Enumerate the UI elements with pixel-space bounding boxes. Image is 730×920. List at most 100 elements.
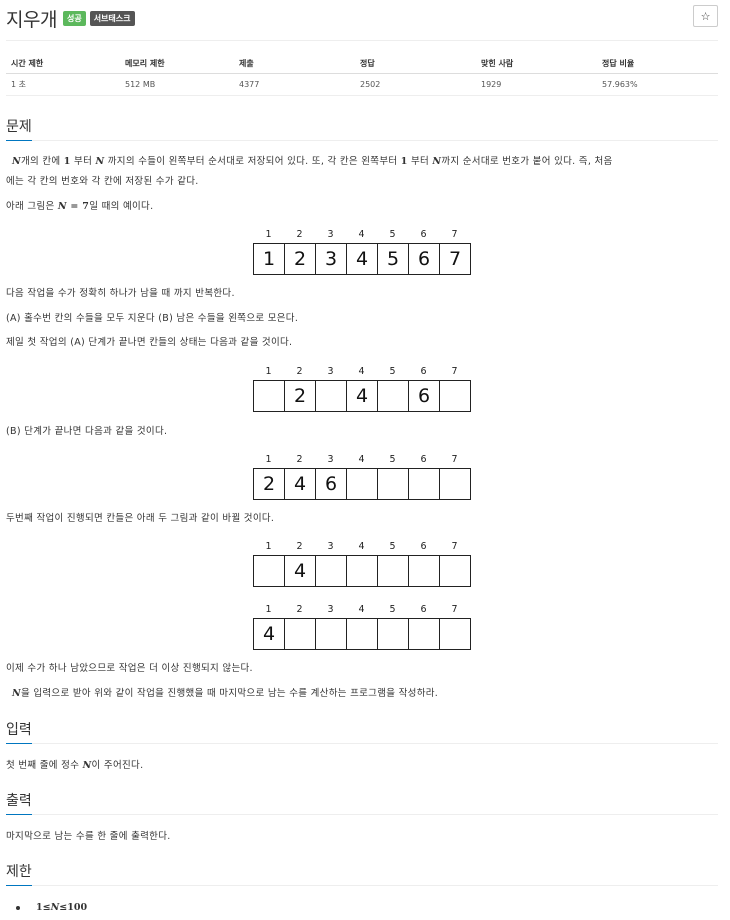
cell-index: 1 xyxy=(265,541,272,552)
limit-item: 1 ≤ N ≤ 100 xyxy=(16,902,87,913)
cell xyxy=(347,619,378,649)
cell: 5 xyxy=(378,244,409,274)
problem-heading: 문제 xyxy=(6,116,32,141)
bullet-icon xyxy=(16,905,20,910)
problem-section-header: 문제 xyxy=(6,116,718,141)
cell xyxy=(316,381,347,411)
cell-index-row: 1 2 3 4 5 6 7 xyxy=(253,366,471,380)
input-description: 첫 번째 줄에 정수 N이 주어진다. xyxy=(6,756,718,776)
figure-5: 1 2 3 4 5 6 7 4 xyxy=(253,604,471,650)
header-memory-limit: 메모리 제한 xyxy=(120,54,234,74)
problem-paragraph-4: (A) 홀수번 칸의 수들을 모두 지운다 (B) 남은 수들을 왼쪽으로 모은… xyxy=(6,313,299,324)
cell-row: 246 xyxy=(253,380,471,412)
problem-paragraph-2: 아래 그림은 N = 7일 때의 예이다. xyxy=(6,197,718,217)
cell: 2 xyxy=(285,381,316,411)
cell xyxy=(440,381,470,411)
output-heading: 출력 xyxy=(6,790,32,815)
time-limit-value: 1 초 xyxy=(6,73,120,96)
cell-index-row: 1 2 3 4 5 6 7 xyxy=(253,541,471,555)
cell-row: 246 xyxy=(253,468,471,500)
cell xyxy=(440,469,470,499)
cell-index: 3 xyxy=(327,229,334,240)
cell: 4 xyxy=(285,469,316,499)
var-n: N xyxy=(12,156,21,167)
cell xyxy=(316,556,347,586)
figure-3: 1234567 246 xyxy=(253,454,471,500)
problem-paragraph-8: 이제 수가 하나 남았으므로 작업은 더 이상 진행되지 않는다. xyxy=(6,663,253,674)
text-run: 아래 그림은 xyxy=(6,201,58,212)
text-run: 부터 xyxy=(407,156,433,167)
math-rel: ≤ xyxy=(42,902,51,913)
cell: 2 xyxy=(254,469,285,499)
output-section-header: 출력 xyxy=(6,790,718,815)
text-run: 까지 순서대로 번호가 붙어 있다. 즉, 처음 xyxy=(441,156,613,167)
cell: 6 xyxy=(316,469,347,499)
problem-info-table: 시간 제한 메모리 제한 제출 정답 맞힌 사람 정답 비율 1 초 512 M… xyxy=(6,54,718,96)
cell-index: 7 xyxy=(451,229,458,240)
cell-index: 1 xyxy=(265,604,272,615)
cell xyxy=(285,619,316,649)
cell-index: 3 xyxy=(327,541,334,552)
accepted-value[interactable]: 2502 xyxy=(355,73,476,96)
math-eq: = 7 xyxy=(66,201,90,212)
var-n: N xyxy=(432,156,442,167)
cell-index: 1 xyxy=(265,229,272,240)
limit-heading: 제한 xyxy=(6,861,32,886)
cell-index: 3 xyxy=(327,454,334,465)
problem-paragraph-9: N을 입력으로 받아 위와 같이 작업을 진행했을 때 마지막으로 남는 수를 … xyxy=(6,684,718,704)
star-button[interactable]: ☆ xyxy=(693,5,718,27)
cell-index: 2 xyxy=(296,541,303,552)
cell-index: 7 xyxy=(451,454,458,465)
solvers-value[interactable]: 1929 xyxy=(476,73,597,96)
cell-index: 4 xyxy=(358,541,365,552)
cell-row: 1234567 xyxy=(253,243,471,275)
problem-paragraph-7: 두번째 작업이 진행되면 칸들은 아래 두 그림과 같이 바뀔 것이다. xyxy=(6,513,275,524)
cell: 2 xyxy=(285,244,316,274)
ratio-value: 57.963% xyxy=(597,73,718,96)
var-n: N xyxy=(57,201,67,212)
cell: 7 xyxy=(448,248,462,270)
cell: 1 xyxy=(254,244,285,274)
success-badge[interactable]: 성공 xyxy=(62,10,86,26)
cell-index: 5 xyxy=(389,604,396,615)
text-run: 까지의 수들이 왼쪽부터 순서대로 저장되어 있다. 또, 각 칸은 왼쪽부터 xyxy=(104,156,401,167)
text-run: 개의 칸에 xyxy=(20,156,64,167)
cell: 6 xyxy=(409,244,440,274)
cell xyxy=(378,619,409,649)
cell xyxy=(378,381,409,411)
section-rule xyxy=(6,814,718,815)
cell-index: 7 xyxy=(451,604,458,615)
cell-index: 1 xyxy=(265,454,272,465)
var-n: N xyxy=(50,902,60,913)
cell xyxy=(409,619,440,649)
math-one: 1 xyxy=(400,156,408,167)
cell-index: 5 xyxy=(389,229,396,240)
subtask-badge[interactable]: 서브태스크 xyxy=(89,10,135,26)
cell xyxy=(440,556,470,586)
input-heading: 입력 xyxy=(6,719,32,744)
cell xyxy=(440,619,470,649)
cell-index: 5 xyxy=(389,366,396,377)
problem-header: 지우개 성공 서브태스크 xyxy=(6,6,135,31)
cell-index: 4 xyxy=(358,604,365,615)
cell-index: 3 xyxy=(327,604,334,615)
cell xyxy=(347,469,378,499)
cell xyxy=(409,469,440,499)
cell-index: 6 xyxy=(420,541,427,552)
math-low: 1 xyxy=(36,902,43,913)
section-rule xyxy=(6,743,718,744)
cell-row: 4 xyxy=(253,618,471,650)
cell-index: 2 xyxy=(296,229,303,240)
cell xyxy=(378,469,409,499)
output-description: 마지막으로 남는 수를 한 줄에 출력한다. xyxy=(6,831,171,842)
submissions-value[interactable]: 4377 xyxy=(234,73,355,96)
cell-index-row: 1 2 3 4 5 6 7 xyxy=(253,604,471,618)
header-ratio: 정답 비율 xyxy=(597,54,718,74)
cell-index: 4 xyxy=(358,454,365,465)
figure-1: 1234567 1234567 xyxy=(253,229,471,275)
header-accepted: 정답 xyxy=(355,54,476,74)
text-run: 부터 xyxy=(70,156,96,167)
cell-index-row: 1 2 3 4 5 6 7 xyxy=(253,454,471,468)
cell-index: 6 xyxy=(420,366,427,377)
cell: 4 xyxy=(285,556,316,586)
